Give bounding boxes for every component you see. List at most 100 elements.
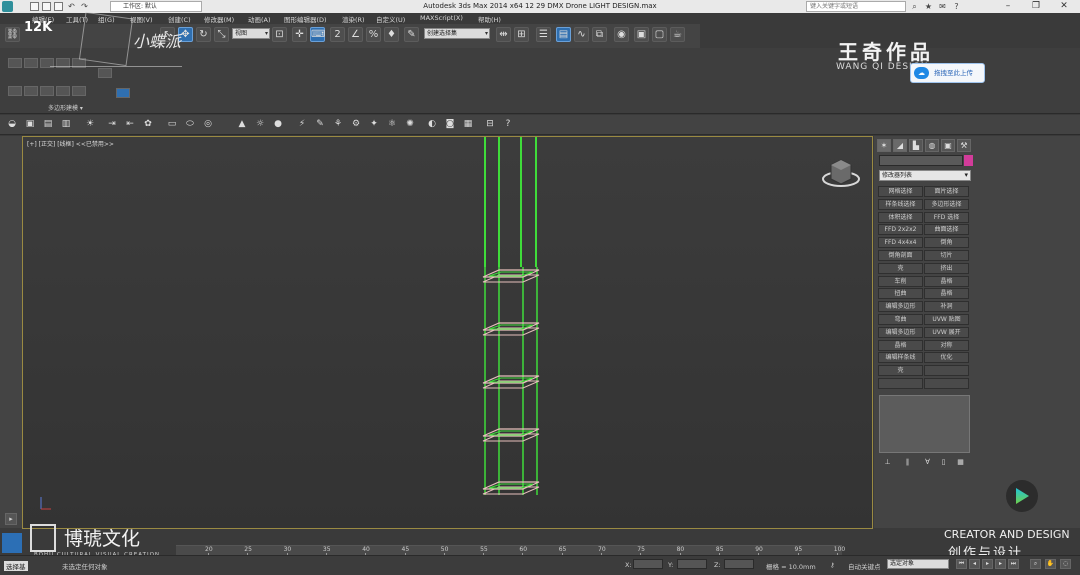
display-tab-icon[interactable]: ▣ [941, 139, 955, 152]
ribbon-button[interactable] [40, 86, 54, 96]
modifier-button[interactable]: 挤出 [924, 262, 969, 274]
align-icon[interactable]: ⊞ [514, 27, 529, 42]
select-scale-icon[interactable]: ⤡ [214, 27, 229, 42]
edit-named-selection-icon[interactable]: ✎ [404, 27, 419, 42]
menu-customize[interactable]: 自定义(U) [376, 14, 405, 24]
ribbon-button[interactable] [8, 86, 22, 96]
menu-graph-editors[interactable]: 图形编辑器(D) [284, 14, 327, 24]
show-end-result-icon[interactable]: ∥ [902, 457, 913, 467]
modifier-button[interactable]: 多边形选择 [924, 198, 969, 210]
percent-snap-icon[interactable]: % [366, 27, 381, 42]
communication-icon[interactable]: ✉ [938, 2, 947, 11]
object-name-field[interactable] [879, 155, 963, 166]
named-selection-dropdown[interactable]: 创建选择集 [424, 28, 490, 39]
menu-help[interactable]: 帮助(H) [478, 14, 501, 24]
modifier-button[interactable] [878, 378, 923, 389]
toolbar-icon[interactable]: ▥ [60, 119, 72, 130]
video-play-icon[interactable] [1006, 480, 1038, 512]
viewport[interactable]: [+] [正交] [线框] <<已禁用>> [22, 136, 873, 529]
time-slider-handle[interactable] [2, 533, 22, 553]
toolbar-icon[interactable]: ⚙ [350, 119, 362, 130]
toolbar-icon[interactable]: ⬭ [184, 119, 196, 130]
modifier-button[interactable]: 体积选择 [878, 211, 923, 223]
orbit-icon[interactable]: ◌ [1060, 559, 1071, 569]
ribbon-button[interactable] [116, 88, 130, 98]
modifier-button[interactable]: 曲面选择 [924, 224, 969, 236]
drone-light-model[interactable] [482, 137, 540, 495]
curve-editor-icon[interactable]: ∿ [574, 27, 589, 42]
modifier-button[interactable]: UVW 贴图 [924, 314, 969, 325]
toolbar-icon[interactable]: ◒ [6, 119, 18, 130]
toolbar-icon[interactable]: ⚘ [332, 119, 344, 130]
modifier-button[interactable] [924, 378, 969, 389]
track-bar-ruler[interactable]: 20 25 30 35 40 45 50 55 60 65 70 75 80 85 90 95 100 [176, 545, 845, 556]
modifier-button[interactable] [924, 365, 969, 377]
render-setup-icon[interactable]: ▣ [634, 27, 649, 42]
cone-icon[interactable]: ▲ [236, 119, 248, 130]
modifier-button[interactable]: 面片选择 [924, 186, 969, 197]
toolbar-icon[interactable]: ⊟ [484, 119, 496, 130]
toolbar-icon[interactable]: ⇤ [124, 119, 136, 130]
toolbar-icon[interactable]: ▭ [166, 119, 178, 130]
keyboard-shortcut-icon[interactable]: ⌨ [310, 27, 325, 42]
material-editor-icon[interactable]: ◉ [614, 27, 629, 42]
menu-create[interactable]: 创建(C) [168, 14, 191, 24]
viewcube-icon[interactable] [822, 159, 860, 187]
modifier-button[interactable]: 优化 [924, 352, 969, 364]
modifier-button[interactable]: 车削 [878, 275, 923, 287]
coord-x-field[interactable] [633, 559, 663, 569]
key-icon[interactable]: ⚷ [830, 561, 835, 569]
sun-icon[interactable]: ☼ [254, 119, 266, 130]
search-input[interactable]: 键入关键字或短语 [806, 1, 906, 12]
ribbon-button[interactable] [72, 86, 86, 96]
schematic-view-icon[interactable]: ⧉ [592, 27, 607, 42]
layer-explorer-icon[interactable]: ☰ [536, 27, 551, 42]
next-frame-icon[interactable]: ▸ [995, 559, 1006, 569]
utilities-tab-icon[interactable]: ⚒ [957, 139, 971, 152]
modifier-button[interactable]: 壳 [878, 365, 923, 377]
auto-key-button[interactable]: 自动关键点 [848, 561, 881, 571]
modifier-button[interactable]: 对称 [924, 339, 969, 351]
modifier-button[interactable]: FFD 选择 [924, 211, 969, 223]
toolbar-icon[interactable]: ▣ [24, 119, 36, 130]
previous-frame-icon[interactable]: ◂ [969, 559, 980, 569]
modifier-button[interactable]: 弯曲 [878, 314, 923, 325]
help-icon[interactable]: ? [502, 119, 514, 130]
expand-arrow-icon[interactable]: ▸ [5, 513, 17, 525]
modifier-button[interactable]: UVW 展开 [924, 326, 969, 338]
ribbon-button[interactable] [24, 58, 38, 68]
configure-modifier-sets-icon[interactable]: ▦ [955, 457, 966, 467]
rendered-frame-icon[interactable]: ▢ [652, 27, 667, 42]
link-icon[interactable]: ⛓ [5, 27, 20, 42]
menu-animation[interactable]: 动画(A) [248, 14, 271, 24]
modifier-button[interactable]: 补洞 [924, 301, 969, 313]
modifier-button[interactable]: 晶格 [924, 288, 969, 300]
modifier-button[interactable]: 倒角剖面 [878, 250, 923, 261]
modifier-button[interactable]: FFD 4x4x4 [878, 237, 923, 249]
modifier-button[interactable]: FFD 2x2x2 [878, 224, 923, 236]
menu-views[interactable]: 视图(V) [130, 14, 153, 24]
toolbar-icon[interactable]: ◙ [444, 119, 456, 130]
select-rotate-icon[interactable]: ↻ [196, 27, 211, 42]
maxscript-listener[interactable]: 选择基 [4, 561, 28, 571]
play-animation-icon[interactable]: ▸ [982, 559, 993, 569]
graphite-toggle-icon[interactable]: ▤ [556, 27, 571, 42]
pan-icon[interactable]: ✋ [1045, 559, 1056, 569]
toolbar-icon[interactable]: ◐ [426, 119, 438, 130]
viewport-canvas[interactable] [23, 137, 873, 529]
toolbar-icon[interactable]: ⚡ [296, 119, 308, 130]
modifier-button[interactable]: 编辑多边形 [878, 301, 923, 313]
toolbar-icon[interactable]: ⚛ [386, 119, 398, 130]
modifier-button[interactable]: 晶格 [878, 339, 923, 351]
sphere-icon[interactable]: ● [272, 119, 284, 130]
key-filter-dropdown[interactable]: 选定对象 [887, 559, 949, 569]
ribbon-panel-label[interactable]: 多边形建模 ▾ [48, 103, 83, 112]
toolbar-icon[interactable]: ▦ [462, 119, 474, 130]
modifier-stack[interactable] [879, 395, 970, 453]
snap-toggle-icon[interactable]: 2 [330, 27, 345, 42]
help-icon[interactable]: ? [952, 2, 961, 11]
menu-rendering[interactable]: 渲染(R) [342, 14, 365, 24]
hierarchy-tab-icon[interactable]: ▙ [909, 139, 923, 152]
toolbar-icon[interactable]: ✺ [404, 119, 416, 130]
modifier-button[interactable]: 扭曲 [878, 288, 923, 300]
